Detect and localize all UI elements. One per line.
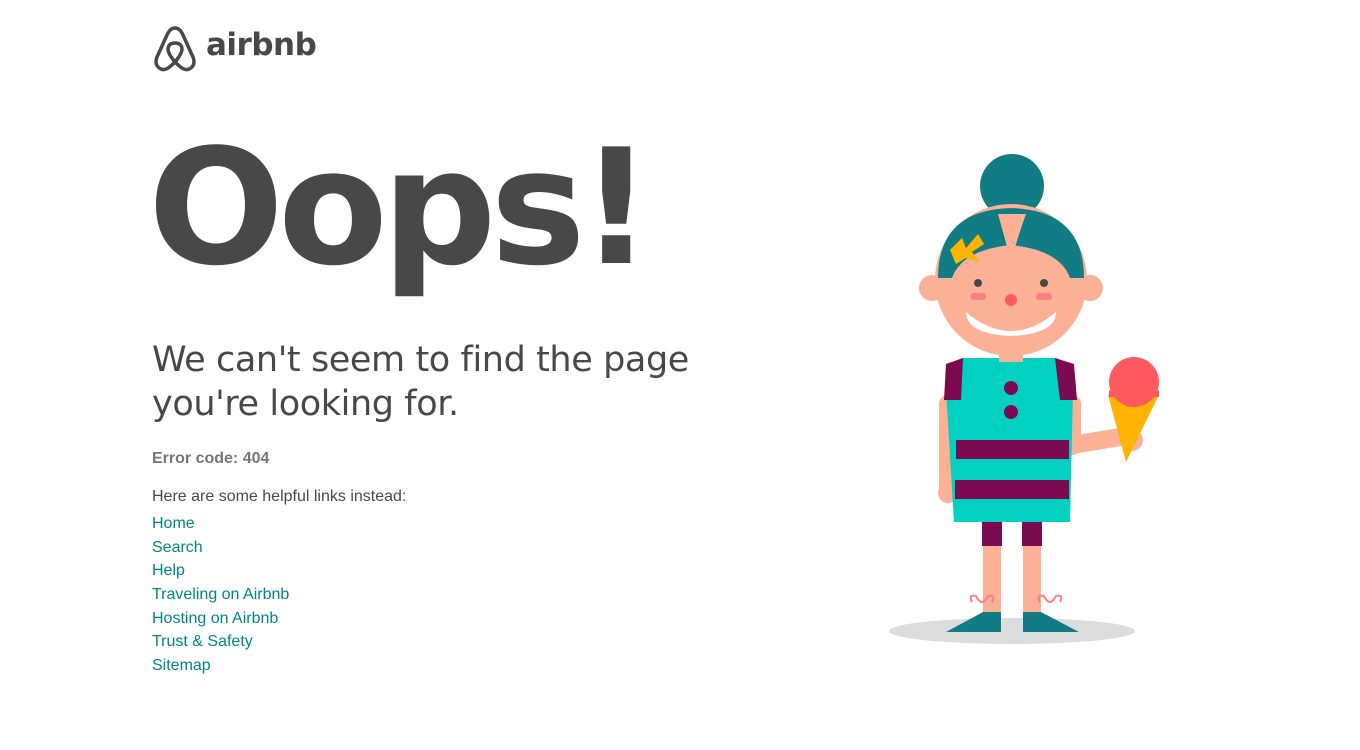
list-item: Trust & Safety [152,630,289,654]
girl-with-ice-cream-illustration [889,154,1159,644]
ice-cream-scoop [1109,357,1159,407]
dress-stripe-1 [956,440,1069,459]
link-help[interactable]: Help [152,562,185,579]
link-sitemap[interactable]: Sitemap [152,657,211,674]
dress-button-2 [1004,405,1018,419]
right-cheek [1036,293,1052,300]
right-forearm [1063,428,1129,454]
error-message: We can't seem to find the page you're lo… [152,340,689,424]
list-item: Search [152,536,289,560]
left-eye [974,279,982,287]
list-item: Home [152,512,289,536]
link-search[interactable]: Search [152,539,203,556]
error-headline: Oops! [148,114,653,301]
error-page: airbnb Oops! We can't seem to find the p… [0,0,1360,750]
left-cheek [970,293,986,300]
error-code: Error code: 404 [152,450,270,467]
link-home[interactable]: Home [152,515,195,532]
left-sleeve [944,358,963,400]
link-traveling-on-airbnb[interactable]: Traveling on Airbnb [152,586,289,603]
link-trust-and-safety[interactable]: Trust & Safety [152,633,253,650]
link-hosting-on-airbnb[interactable]: Hosting on Airbnb [152,610,278,627]
left-shorts [982,518,1002,546]
airbnb-logo-link[interactable]: airbnb [152,22,317,72]
helpful-links-list: Home Search Help Traveling on Airbnb Hos… [152,512,289,678]
airbnb-belo-icon [154,26,196,72]
helpful-links-intro: Here are some helpful links instead: [152,488,407,505]
nose [1005,294,1017,306]
dress-button-1 [1004,381,1018,395]
brand-wordmark: airbnb [206,26,317,63]
dress-stripe-2 [955,480,1069,499]
right-shorts [1022,518,1042,546]
list-item: Traveling on Airbnb [152,583,289,607]
list-item: Hosting on Airbnb [152,607,289,631]
list-item: Sitemap [152,654,289,678]
right-eye [1040,279,1048,287]
right-ankle-bow [1037,594,1063,604]
ground-shadow [889,618,1135,644]
list-item: Help [152,559,289,583]
